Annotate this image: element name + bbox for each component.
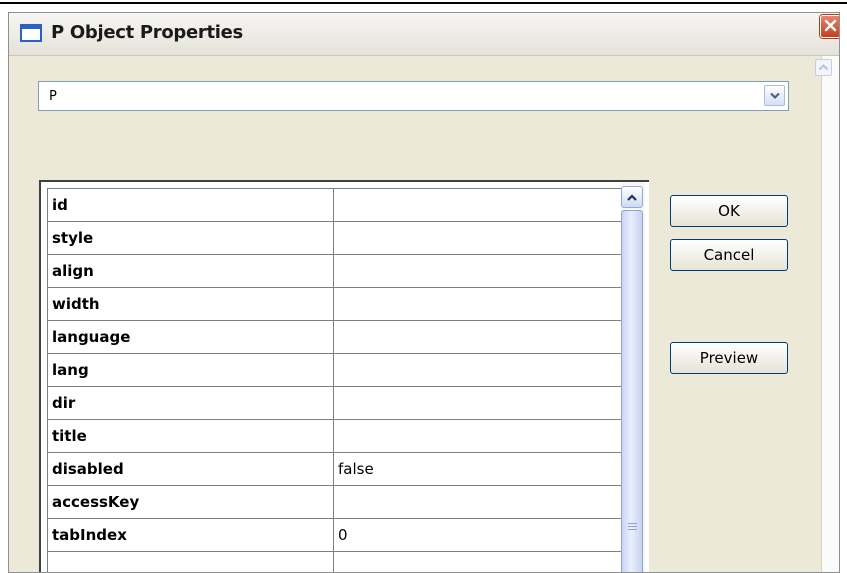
dialog-scroll-up-button[interactable] — [815, 59, 832, 76]
property-value[interactable]: 0 — [333, 518, 626, 552]
property-name: disabled — [47, 452, 334, 486]
properties-table: id style align width language lang dir t… — [47, 188, 626, 572]
table-row[interactable]: id — [47, 188, 626, 222]
table-row[interactable] — [47, 551, 626, 572]
grid-scrollbar[interactable] — [621, 180, 645, 572]
element-select-value: P — [49, 89, 57, 104]
chevron-down-icon — [770, 92, 780, 100]
property-value[interactable] — [333, 551, 626, 572]
property-name: lang — [47, 353, 334, 387]
property-name: tabIndex — [47, 518, 334, 552]
property-value[interactable] — [333, 485, 626, 519]
property-name: language — [47, 320, 334, 354]
table-row[interactable]: align — [47, 254, 626, 288]
property-name: title — [47, 419, 334, 453]
property-value[interactable] — [333, 353, 626, 387]
table-row[interactable]: language — [47, 320, 626, 354]
property-name: id — [47, 188, 334, 222]
dialog-scrollbar[interactable] — [821, 56, 839, 572]
property-value[interactable] — [333, 419, 626, 453]
grid-scroll-up-button[interactable] — [621, 186, 643, 208]
properties-grid: id style align width language lang dir t… — [39, 180, 649, 572]
preview-button[interactable]: Preview — [670, 342, 788, 374]
property-name: style — [47, 221, 334, 255]
properties-dialog: P Object Properties P id style align wid… — [8, 12, 840, 573]
cancel-button[interactable]: Cancel — [670, 239, 788, 271]
chevron-up-icon — [627, 194, 637, 201]
close-icon — [824, 19, 837, 32]
table-row[interactable]: accessKey — [47, 485, 626, 519]
dialog-title: P Object Properties — [51, 22, 243, 43]
table-row[interactable]: title — [47, 419, 626, 453]
property-name — [47, 551, 334, 572]
property-name: accessKey — [47, 485, 334, 519]
table-row[interactable]: dir — [47, 386, 626, 420]
property-value[interactable]: false — [333, 452, 626, 486]
top-border-line — [0, 2, 847, 4]
property-value[interactable] — [333, 188, 626, 222]
window-icon — [20, 24, 42, 42]
property-value[interactable] — [333, 254, 626, 288]
grid-scroll-thumb[interactable] — [621, 210, 643, 572]
property-value[interactable] — [333, 221, 626, 255]
grip-icon — [628, 523, 637, 532]
close-button[interactable] — [820, 15, 839, 38]
chevron-up-icon — [818, 64, 829, 71]
table-row[interactable]: tabIndex 0 — [47, 518, 626, 552]
title-bar: P Object Properties — [9, 13, 839, 56]
select-dropdown-button[interactable] — [764, 85, 785, 106]
property-name: dir — [47, 386, 334, 420]
property-name: width — [47, 287, 334, 321]
table-row[interactable]: style — [47, 221, 626, 255]
table-row[interactable]: width — [47, 287, 626, 321]
property-name: align — [47, 254, 334, 288]
table-row[interactable]: disabled false — [47, 452, 626, 486]
table-row[interactable]: lang — [47, 353, 626, 387]
property-value[interactable] — [333, 287, 626, 321]
property-value[interactable] — [333, 320, 626, 354]
property-value[interactable] — [333, 386, 626, 420]
ok-button[interactable]: OK — [670, 195, 788, 227]
element-select[interactable]: P — [38, 81, 789, 111]
